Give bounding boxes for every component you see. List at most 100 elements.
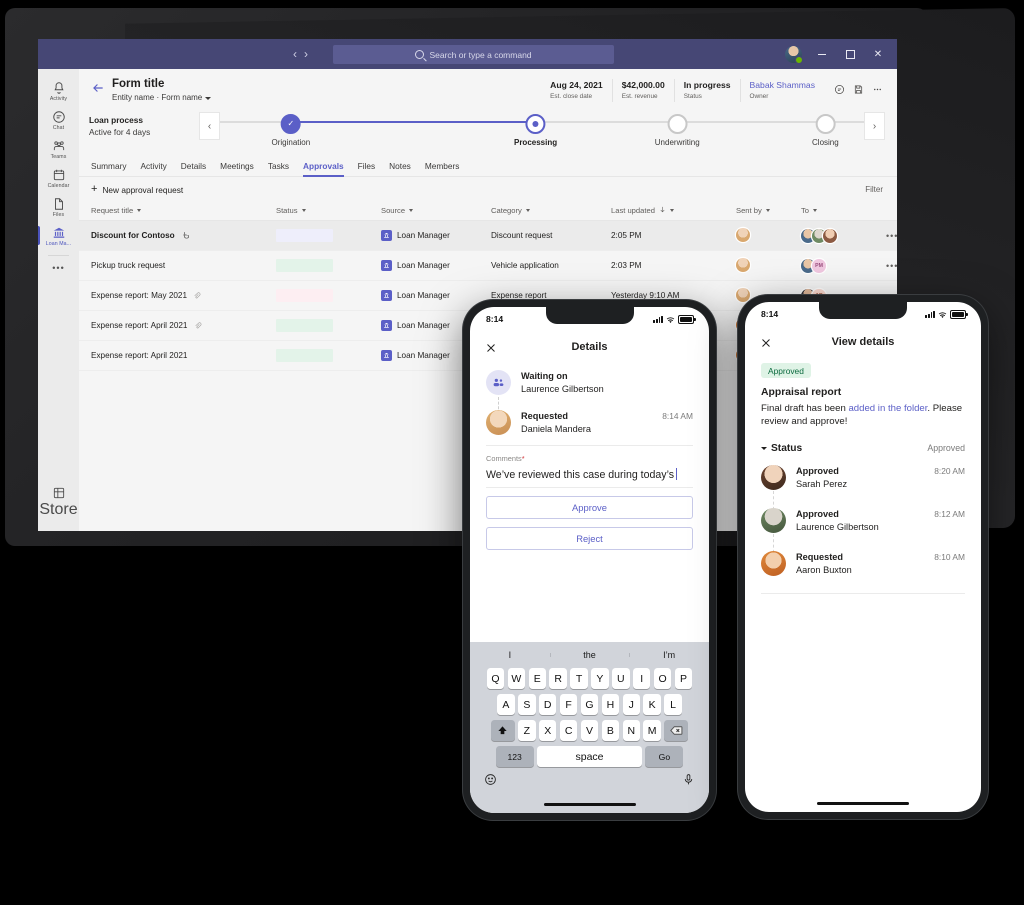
stage-closing[interactable]: Closing	[812, 114, 839, 147]
row-more-actions-button[interactable]: •••	[886, 261, 897, 271]
tab-details[interactable]: Details	[181, 158, 206, 176]
source-label: Loan Manager	[397, 351, 450, 360]
column-header-request-title[interactable]: Request title	[79, 206, 276, 215]
key-u[interactable]: U	[612, 668, 630, 689]
key-m[interactable]: M	[643, 720, 661, 741]
sidebar-item-loan-manager[interactable]: Loan Ma...	[38, 221, 79, 250]
key-r[interactable]: R	[549, 668, 567, 689]
key-l[interactable]: L	[664, 694, 682, 715]
minimize-button[interactable]	[809, 39, 835, 69]
breadcrumb[interactable]: Entity name · Form name	[112, 91, 212, 104]
key-j[interactable]: J	[622, 694, 641, 715]
maximize-button[interactable]	[837, 39, 863, 69]
space-key[interactable]: space	[537, 746, 642, 767]
key-n[interactable]: N	[622, 720, 641, 741]
phone1-screen: 8:14 Details Waiting on Laurence Gilbert…	[470, 307, 709, 813]
tab-meetings[interactable]: Meetings	[220, 158, 254, 176]
key-y[interactable]: Y	[591, 668, 609, 689]
key-e[interactable]: E	[528, 668, 547, 689]
cellular-signal-icon	[653, 315, 663, 323]
tab-summary[interactable]: Summary	[91, 158, 127, 176]
stage-origination[interactable]: ✓ Origination	[271, 114, 310, 147]
tab-approvals[interactable]: Approvals	[303, 158, 344, 177]
save-icon[interactable]	[853, 82, 864, 100]
phone2-header: View details	[745, 328, 981, 356]
prediction-1[interactable]: the	[549, 650, 630, 660]
sidebar-item-chat[interactable]: Chat	[38, 105, 79, 134]
folder-link[interactable]: added in the folder	[848, 403, 927, 414]
key-t[interactable]: T	[570, 668, 588, 689]
close-button[interactable]: ✕	[865, 39, 891, 69]
stage-prev-button[interactable]: ‹	[199, 112, 220, 140]
close-icon[interactable]	[485, 341, 497, 353]
status-section-header[interactable]: Status Approved	[761, 443, 965, 454]
key-h[interactable]: H	[601, 694, 620, 715]
stage-processing[interactable]: Processing	[514, 114, 557, 147]
sidebar-item-calendar[interactable]: Calendar	[38, 163, 79, 192]
backspace-icon[interactable]	[664, 720, 689, 741]
tab-tasks[interactable]: Tasks	[268, 158, 289, 176]
approve-button[interactable]: Approve	[486, 496, 693, 519]
key-w[interactable]: W	[507, 668, 526, 689]
key-o[interactable]: O	[653, 668, 672, 689]
key-z[interactable]: Z	[518, 720, 536, 741]
tab-activity[interactable]: Activity	[141, 158, 167, 176]
rail-more-apps-button[interactable]: •••	[52, 257, 64, 279]
avatar[interactable]	[785, 45, 803, 64]
table-row[interactable]: Discount for Contoso Loan Manager Discou	[79, 221, 897, 251]
column-header-sent-by[interactable]: Sent by	[736, 206, 801, 215]
column-header-status[interactable]: Status	[276, 206, 381, 215]
comment-icon[interactable]	[834, 82, 845, 100]
sidebar-item-activity[interactable]: Activity	[38, 76, 79, 105]
stage-next-button[interactable]: ›	[864, 112, 885, 140]
key-g[interactable]: G	[580, 694, 599, 715]
key-x[interactable]: X	[538, 720, 557, 741]
microphone-icon[interactable]	[682, 773, 695, 791]
arrow-left-icon[interactable]	[91, 81, 105, 95]
meta-est-close-date: Aug 24, 2021 Est. close date	[541, 79, 612, 102]
prediction-2[interactable]: I’m	[629, 650, 709, 660]
tab-notes[interactable]: Notes	[389, 158, 411, 176]
stage-underwriting[interactable]: Underwriting	[655, 114, 700, 147]
meta-value[interactable]: Babak Shammas	[750, 79, 815, 91]
column-header-last-updated[interactable]: Last updated	[611, 205, 736, 216]
prediction-0[interactable]: I	[470, 650, 550, 660]
key-k[interactable]: K	[643, 694, 661, 715]
nav-forward-icon[interactable]: ›	[304, 47, 308, 61]
new-approval-request-button[interactable]: + New approval request	[91, 184, 183, 195]
go-key[interactable]: Go	[645, 746, 684, 767]
sidebar-item-teams[interactable]: Teams	[38, 134, 79, 163]
tab-files[interactable]: Files	[358, 158, 376, 176]
column-header-to[interactable]: To	[801, 206, 886, 215]
status-indicators	[925, 309, 968, 319]
key-c[interactable]: C	[559, 720, 578, 741]
close-icon[interactable]	[760, 336, 772, 348]
emoji-icon[interactable]	[484, 773, 497, 791]
key-a[interactable]: A	[497, 694, 515, 715]
column-header-source[interactable]: Source	[381, 206, 491, 215]
reject-button[interactable]: Reject	[486, 527, 693, 550]
column-label: Sent by	[736, 206, 762, 215]
tab-members[interactable]: Members	[425, 158, 460, 176]
row-more-actions-button[interactable]: •••	[886, 231, 897, 241]
sidebar-item-files[interactable]: Files	[38, 192, 79, 221]
nav-back-icon[interactable]: ‹	[293, 47, 297, 61]
key-s[interactable]: S	[518, 694, 536, 715]
column-header-category[interactable]: Category	[491, 206, 611, 215]
search-input[interactable]: Search or type a command	[333, 45, 614, 64]
key-v[interactable]: V	[580, 720, 599, 741]
table-row[interactable]: Pickup truck request Loan Manager Vehicl…	[79, 251, 897, 281]
more-icon[interactable]	[872, 82, 883, 100]
record-tabs: Summary Activity Details Meetings Tasks …	[79, 152, 897, 177]
sidebar-item-store[interactable]: Store	[38, 486, 79, 519]
key-d[interactable]: D	[538, 694, 557, 715]
filter-button[interactable]: Filter	[865, 185, 883, 194]
key-p[interactable]: P	[674, 668, 693, 689]
key-q[interactable]: Q	[486, 668, 505, 689]
key-i[interactable]: I	[632, 668, 651, 689]
comments-input[interactable]: We’ve reviewed this case during today’s	[486, 463, 693, 488]
key-f[interactable]: F	[559, 694, 578, 715]
key-b[interactable]: B	[601, 720, 620, 741]
shift-icon[interactable]	[490, 720, 515, 741]
numbers-key[interactable]: 123	[495, 746, 534, 767]
